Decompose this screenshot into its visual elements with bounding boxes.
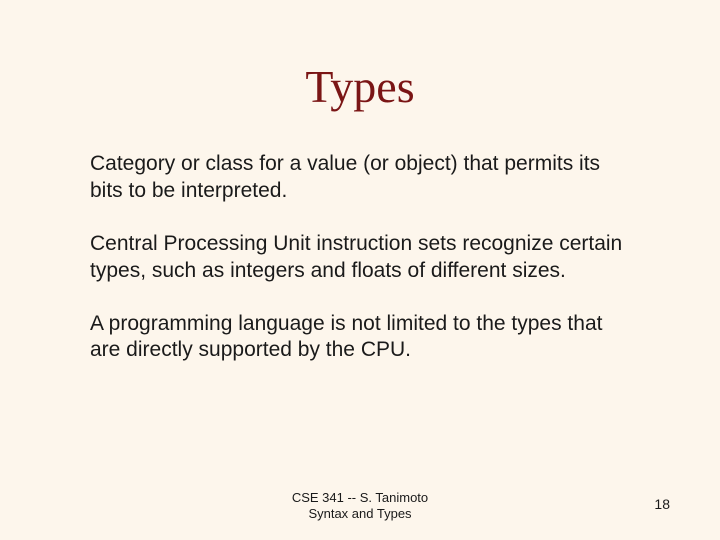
- page-number: 18: [654, 496, 670, 512]
- paragraph-2: Central Processing Unit instruction sets…: [90, 231, 630, 285]
- slide-title: Types: [90, 60, 630, 113]
- paragraph-3: A programming language is not limited to…: [90, 311, 630, 365]
- paragraph-1: Category or class for a value (or object…: [90, 151, 630, 205]
- slide-footer: CSE 341 -- S. Tanimoto Syntax and Types: [0, 490, 720, 523]
- footer-line-1: CSE 341 -- S. Tanimoto: [292, 490, 428, 506]
- footer-text: CSE 341 -- S. Tanimoto Syntax and Types: [292, 490, 428, 523]
- slide-container: Types Category or class for a value (or …: [0, 0, 720, 540]
- footer-line-2: Syntax and Types: [292, 506, 428, 522]
